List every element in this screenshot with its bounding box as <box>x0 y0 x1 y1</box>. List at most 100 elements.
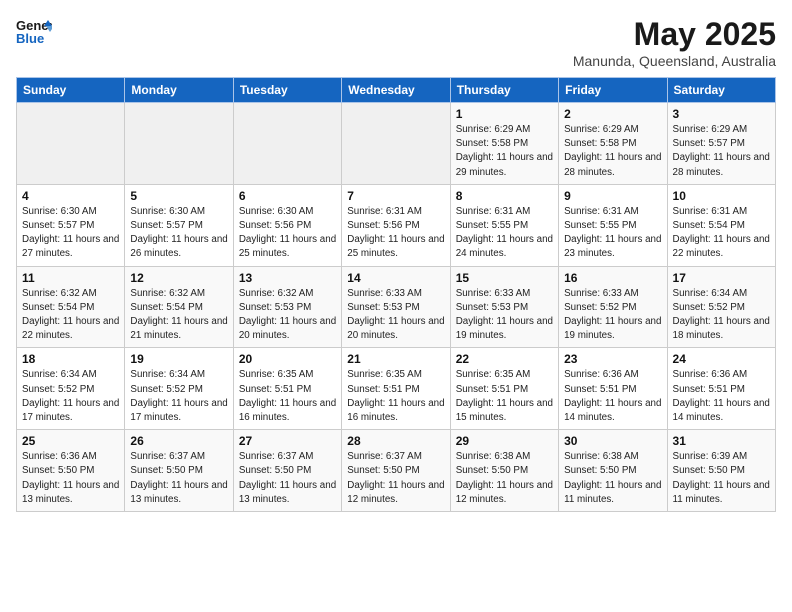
day-info: Sunrise: 6:39 AMSunset: 5:50 PMDaylight:… <box>673 450 770 507</box>
day-info: Sunrise: 6:30 AMSunset: 5:57 PMDaylight:… <box>130 205 227 262</box>
weekday-header-tuesday: Tuesday <box>233 78 341 103</box>
day-number: 17 <box>673 271 770 285</box>
logo: General Blue <box>16 16 52 46</box>
day-info: Sunrise: 6:32 AMSunset: 5:54 PMDaylight:… <box>22 287 119 344</box>
day-info: Sunrise: 6:33 AMSunset: 5:53 PMDaylight:… <box>347 287 444 344</box>
day-number: 1 <box>456 107 553 121</box>
day-info: Sunrise: 6:37 AMSunset: 5:50 PMDaylight:… <box>347 450 444 507</box>
day-number: 11 <box>22 271 119 285</box>
calendar-cell: 21Sunrise: 6:35 AMSunset: 5:51 PMDayligh… <box>342 348 450 430</box>
day-number: 22 <box>456 352 553 366</box>
day-number: 12 <box>130 271 227 285</box>
day-number: 29 <box>456 434 553 448</box>
calendar-cell <box>233 103 341 185</box>
day-number: 20 <box>239 352 336 366</box>
logo-icon: General Blue <box>16 16 52 46</box>
calendar-cell: 12 Sunrise: 6:32 AMSunset: 5:54 PMDayligh… <box>125 266 233 348</box>
calendar-cell: 9Sunrise: 6:31 AMSunset: 5:55 PMDaylight… <box>559 184 667 266</box>
calendar-cell: 28 Sunrise: 6:37 AMSunset: 5:50 PMDayligh… <box>342 430 450 512</box>
calendar-cell: 4 Sunrise: 6:30 AMSunset: 5:57 PMDaylight… <box>17 184 125 266</box>
calendar-cell: 15 Sunrise: 6:33 AMSunset: 5:53 PMDayligh… <box>450 266 558 348</box>
weekday-header-saturday: Saturday <box>667 78 775 103</box>
day-info: Sunrise: 6:36 AMSunset: 5:50 PMDaylight:… <box>22 450 119 507</box>
calendar-cell: 29 Sunrise: 6:38 AMSunset: 5:50 PMDayligh… <box>450 430 558 512</box>
day-info: Sunrise: 6:35 AMSunset: 5:51 PMDaylight:… <box>239 368 336 425</box>
weekday-header-wednesday: Wednesday <box>342 78 450 103</box>
day-info: Sunrise: 6:36 AMSunset: 5:51 PMDaylight:… <box>673 368 770 425</box>
day-number: 10 <box>673 189 770 203</box>
day-info: Sunrise: 6:35 AMSunset: 5:51 PMDaylight:… <box>456 368 553 425</box>
calendar-cell: 27 Sunrise: 6:37 AMSunset: 5:50 PMDayligh… <box>233 430 341 512</box>
weekday-header-thursday: Thursday <box>450 78 558 103</box>
day-info: Sunrise: 6:37 AMSunset: 5:50 PMDaylight:… <box>130 450 227 507</box>
calendar-cell <box>17 103 125 185</box>
day-number: 25 <box>22 434 119 448</box>
day-info: Sunrise: 6:34 AMSunset: 5:52 PMDaylight:… <box>130 368 227 425</box>
calendar-cell: 19 Sunrise: 6:34 AMSunset: 5:52 PMDayligh… <box>125 348 233 430</box>
day-info: Sunrise: 6:35 AMSunset: 5:51 PMDaylight:… <box>347 368 444 425</box>
calendar-cell: 31 Sunrise: 6:39 AMSunset: 5:50 PMDayligh… <box>667 430 775 512</box>
day-number: 13 <box>239 271 336 285</box>
calendar-cell: 1Sunrise: 6:29 AMSunset: 5:58 PMDaylight… <box>450 103 558 185</box>
day-number: 9 <box>564 189 661 203</box>
weekday-header-row: SundayMondayTuesdayWednesdayThursdayFrid… <box>17 78 776 103</box>
page-header: General Blue May 2025 Manunda, Queenslan… <box>16 16 776 69</box>
day-number: 23 <box>564 352 661 366</box>
calendar-cell: 5Sunrise: 6:30 AMSunset: 5:57 PMDaylight… <box>125 184 233 266</box>
day-info: Sunrise: 6:38 AMSunset: 5:50 PMDaylight:… <box>456 450 553 507</box>
day-info: Sunrise: 6:37 AMSunset: 5:50 PMDaylight:… <box>239 450 336 507</box>
day-info: Sunrise: 6:33 AMSunset: 5:53 PMDaylight:… <box>456 287 553 344</box>
day-number: 31 <box>673 434 770 448</box>
day-number: 8 <box>456 189 553 203</box>
day-number: 27 <box>239 434 336 448</box>
month-year-title: May 2025 <box>573 16 776 53</box>
day-info: Sunrise: 6:38 AMSunset: 5:50 PMDaylight:… <box>564 450 661 507</box>
day-info: Sunrise: 6:32 AMSunset: 5:53 PMDaylight:… <box>239 287 336 344</box>
day-info: Sunrise: 6:30 AMSunset: 5:57 PMDaylight:… <box>22 205 119 262</box>
day-number: 19 <box>130 352 227 366</box>
day-number: 15 <box>456 271 553 285</box>
calendar-week-row: 25 Sunrise: 6:36 AMSunset: 5:50 PMDayligh… <box>17 430 776 512</box>
calendar-table: SundayMondayTuesdayWednesdayThursdayFrid… <box>16 77 776 512</box>
weekday-header-friday: Friday <box>559 78 667 103</box>
day-info: Sunrise: 6:31 AMSunset: 5:55 PMDaylight:… <box>456 205 553 262</box>
day-number: 14 <box>347 271 444 285</box>
day-info: Sunrise: 6:29 AMSunset: 5:58 PMDaylight:… <box>564 123 661 180</box>
day-info: Sunrise: 6:34 AMSunset: 5:52 PMDaylight:… <box>22 368 119 425</box>
calendar-week-row: 1 Sunrise: 6:29 AMSunset: 5:58 PMDaylight… <box>17 103 776 185</box>
day-info: Sunrise: 6:30 AMSunset: 5:56 PMDaylight:… <box>239 205 336 262</box>
weekday-header-sunday: Sunday <box>17 78 125 103</box>
day-number: 30 <box>564 434 661 448</box>
day-number: 3 <box>673 107 770 121</box>
day-info: Sunrise: 6:33 AMSunset: 5:52 PMDaylight:… <box>564 287 661 344</box>
calendar-cell: 26 Sunrise: 6:37 AMSunset: 5:50 PMDayligh… <box>125 430 233 512</box>
calendar-week-row: 4 Sunrise: 6:30 AMSunset: 5:57 PMDaylight… <box>17 184 776 266</box>
day-number: 4 <box>22 189 119 203</box>
title-block: May 2025 Manunda, Queensland, Australia <box>573 16 776 69</box>
calendar-cell: 11 Sunrise: 6:32 AMSunset: 5:54 PMDayligh… <box>17 266 125 348</box>
calendar-cell <box>125 103 233 185</box>
weekday-header-monday: Monday <box>125 78 233 103</box>
calendar-cell: 8 Sunrise: 6:31 AMSunset: 5:55 PMDaylight… <box>450 184 558 266</box>
day-info: Sunrise: 6:32 AMSunset: 5:54 PMDaylight:… <box>130 287 227 344</box>
day-number: 26 <box>130 434 227 448</box>
calendar-week-row: 11 Sunrise: 6:32 AMSunset: 5:54 PMDayligh… <box>17 266 776 348</box>
calendar-cell: 16 Sunrise: 6:33 AMSunset: 5:52 PMDayligh… <box>559 266 667 348</box>
calendar-cell: 22 Sunrise: 6:35 AMSunset: 5:51 PMDayligh… <box>450 348 558 430</box>
day-number: 2 <box>564 107 661 121</box>
calendar-cell: 18 Sunrise: 6:34 AMSunset: 5:52 PMDayligh… <box>17 348 125 430</box>
location-subtitle: Manunda, Queensland, Australia <box>573 53 776 69</box>
calendar-cell <box>342 103 450 185</box>
day-number: 18 <box>22 352 119 366</box>
day-info: Sunrise: 6:31 AMSunset: 5:54 PMDaylight:… <box>673 205 770 262</box>
calendar-cell: 30 Sunrise: 6:38 AMSunset: 5:50 PMDayligh… <box>559 430 667 512</box>
calendar-cell: 20 Sunrise: 6:35 AMSunset: 5:51 PMDayligh… <box>233 348 341 430</box>
day-number: 16 <box>564 271 661 285</box>
calendar-cell: 2 Sunrise: 6:29 AMSunset: 5:58 PMDaylight… <box>559 103 667 185</box>
day-number: 7 <box>347 189 444 203</box>
day-info: Sunrise: 6:34 AMSunset: 5:52 PMDaylight:… <box>673 287 770 344</box>
calendar-cell: 17 Sunrise: 6:34 AMSunset: 5:52 PMDayligh… <box>667 266 775 348</box>
svg-text:Blue: Blue <box>16 31 44 46</box>
day-number: 28 <box>347 434 444 448</box>
calendar-cell: 7Sunrise: 6:31 AMSunset: 5:56 PMDaylight… <box>342 184 450 266</box>
